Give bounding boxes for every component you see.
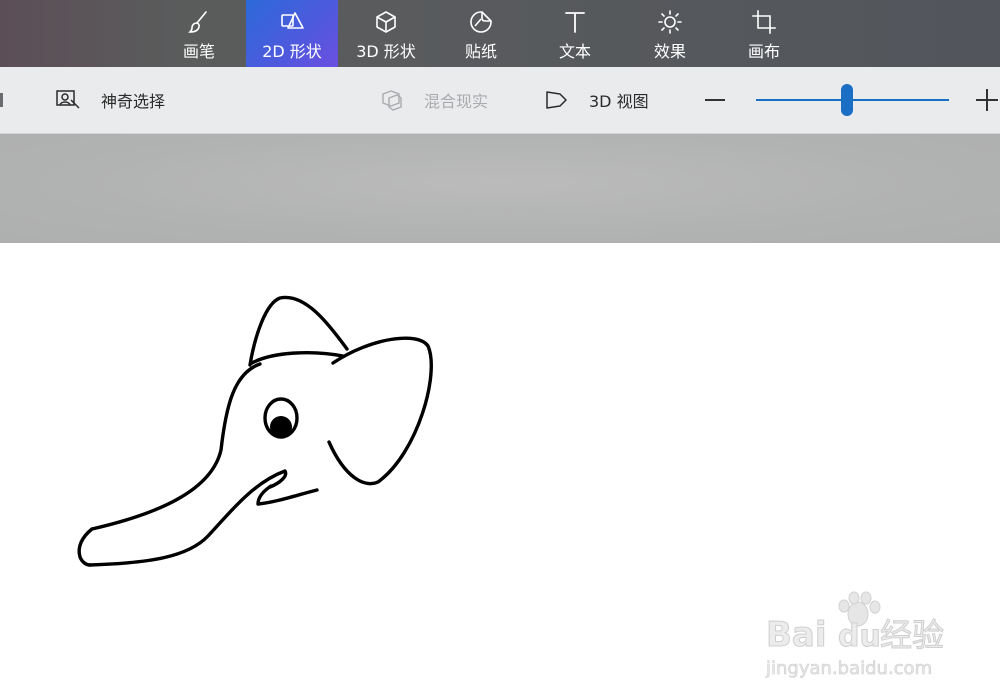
view-3d-icon: [546, 91, 567, 109]
watermark-brand-cn: 经验: [880, 616, 944, 654]
tab-label: 画布: [747, 42, 780, 61]
zoom-in-button[interactable]: [973, 87, 1000, 114]
workspace-background: [0, 134, 1000, 243]
watermark-brand-du: du: [838, 619, 881, 654]
tab-label: 2D 形状: [262, 42, 322, 61]
view-3d-button[interactable]: 3D 视图: [545, 67, 649, 133]
tab-canvas[interactable]: 画布: [718, 0, 810, 67]
tab-effects[interactable]: 效果: [624, 0, 716, 67]
tab-stickers[interactable]: 贴纸: [435, 0, 527, 67]
drawing-canvas[interactable]: Bai du 经验 jingyan.baidu.com: [0, 243, 1000, 699]
tab-label: 效果: [653, 42, 686, 61]
tool-tab-bar: 画笔 2D 形状 3D 形状 贴纸 文本 效果 画布: [0, 0, 1000, 67]
view-3d-label: 3D 视图: [589, 92, 649, 111]
tab-label: 画笔: [182, 42, 215, 61]
sun-icon: [624, 9, 716, 35]
tab-2d-shapes[interactable]: 2D 形状: [246, 0, 338, 67]
tab-label: 文本: [558, 42, 591, 61]
shapes-2d-icon: [246, 9, 338, 35]
elephant-trunk-top: [90, 362, 262, 531]
magic-select-label: 神奇选择: [101, 92, 166, 111]
zoom-out-button[interactable]: [702, 89, 728, 111]
mixed-reality-icon: [382, 90, 402, 111]
elephant-trunk-bottom: [88, 469, 288, 567]
tab-text[interactable]: 文本: [529, 0, 621, 67]
mixed-reality-button[interactable]: 混合现实: [380, 67, 488, 133]
tab-label: 3D 形状: [356, 42, 416, 61]
cut-off-icon: [0, 93, 3, 107]
elephant-head-top: [250, 351, 345, 365]
elephant-pupil: [270, 416, 292, 438]
sticker-icon: [435, 9, 527, 35]
mixed-reality-label: 混合现实: [424, 92, 489, 111]
tab-label: 贴纸: [464, 42, 497, 61]
canvas-crop-icon: [718, 9, 810, 35]
tab-brushes[interactable]: 画笔: [153, 0, 245, 67]
zoom-slider-thumb[interactable]: [840, 84, 853, 116]
watermark-url: jingyan.baidu.com: [765, 658, 932, 679]
watermark-brand-bai: Bai: [766, 615, 827, 655]
brush-icon: [153, 9, 245, 35]
magic-select-icon: [56, 90, 80, 109]
text-icon: [529, 9, 621, 35]
cube-icon: [340, 9, 432, 35]
elephant-trunk-tip: [77, 527, 94, 567]
elephant-ear-big: [327, 336, 433, 486]
baidu-watermark: Bai du 经验 jingyan.baidu.com: [765, 591, 945, 679]
elephant-mouth: [256, 484, 319, 506]
magic-select-button[interactable]: 神奇选择: [55, 67, 165, 133]
tab-3d-shapes[interactable]: 3D 形状: [340, 0, 432, 67]
